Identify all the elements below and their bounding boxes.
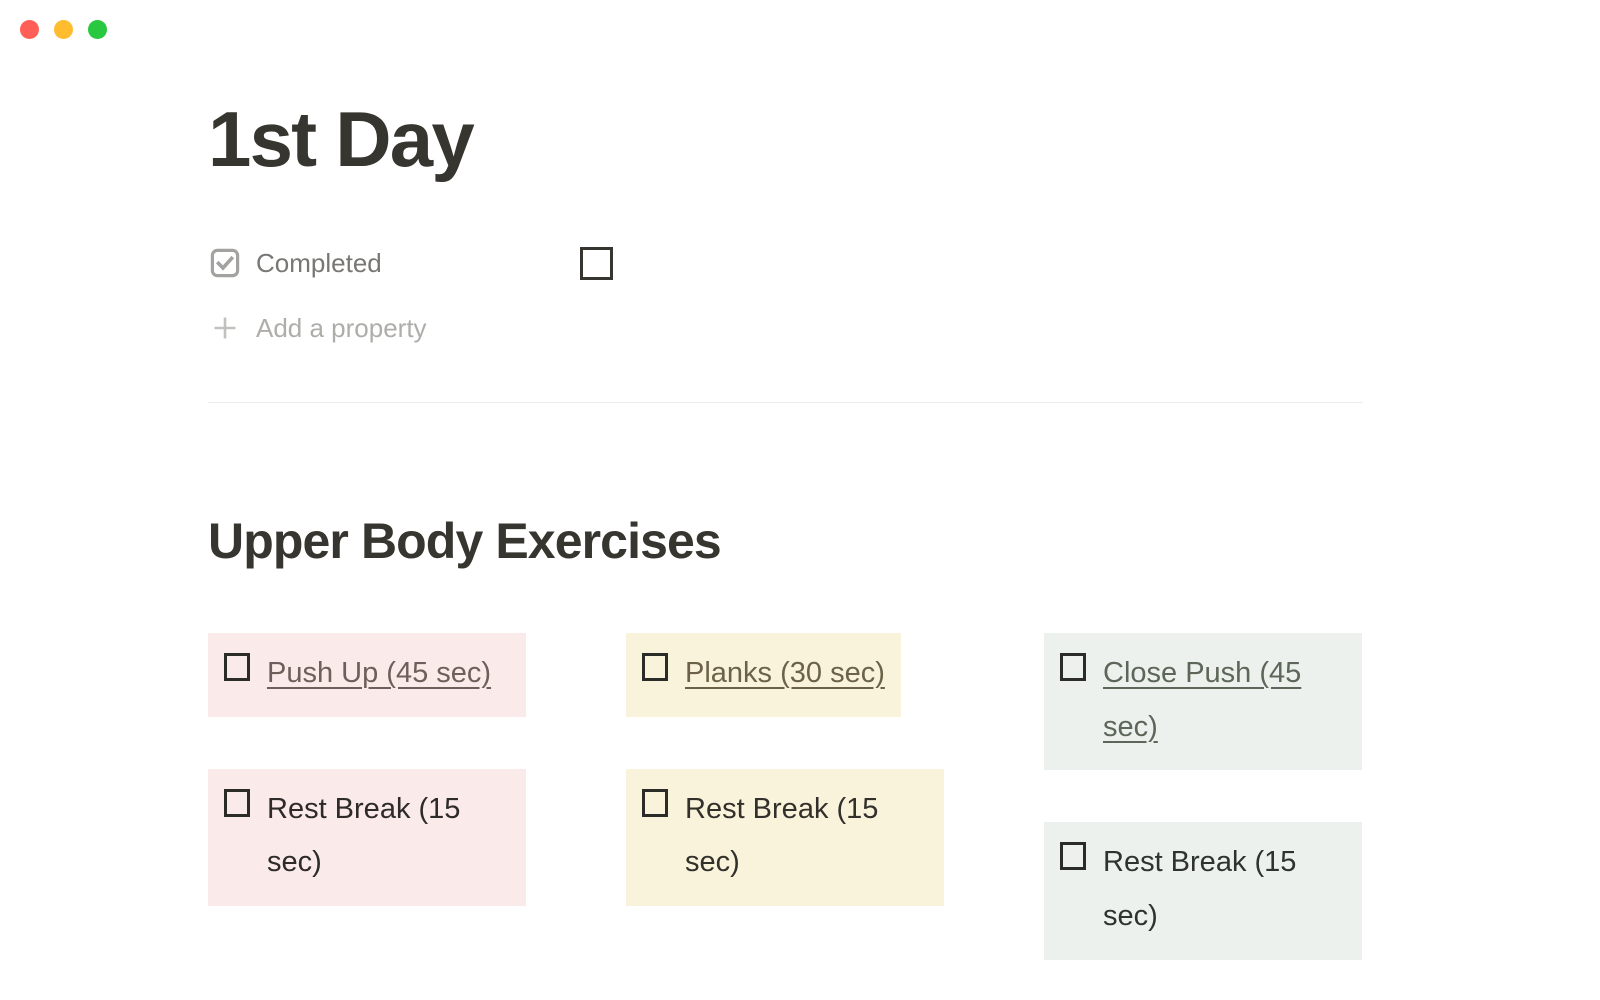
- property-value-completed[interactable]: [580, 246, 613, 280]
- todo-checkbox[interactable]: [642, 788, 668, 817]
- page-title[interactable]: 1st Day: [208, 100, 475, 178]
- property-name-completed: Completed: [256, 247, 382, 278]
- todo-text-label: Rest Break (15 sec): [685, 792, 879, 879]
- todo-checkbox[interactable]: [642, 653, 668, 681]
- todo-checkbox[interactable]: [224, 788, 250, 817]
- todo-card[interactable]: Rest Break (15 sec): [1044, 822, 1362, 960]
- todo-link-label[interactable]: Push Up (45 sec): [267, 647, 491, 701]
- page-content: 1st Day Completed Add a property Upper B…: [0, 0, 1600, 1000]
- checkbox-checked-icon: [208, 246, 242, 280]
- plus-icon: [208, 311, 242, 345]
- add-property-button[interactable]: Add a property: [208, 300, 1363, 356]
- todo-card[interactable]: Close Push (45 sec): [1044, 633, 1362, 771]
- todo-card[interactable]: Rest Break (15 sec): [626, 768, 944, 906]
- exercise-columns: Push Up (45 sec) Rest Break (15 sec) Plank…: [208, 633, 1363, 960]
- todo-checkbox[interactable]: [224, 653, 250, 681]
- todo-card[interactable]: Rest Break (15 sec): [208, 768, 526, 906]
- completed-checkbox[interactable]: [580, 246, 613, 280]
- todo-card[interactable]: Planks (30 sec): [626, 633, 901, 717]
- todo-checkbox[interactable]: [1060, 842, 1086, 871]
- column-pink: Push Up (45 sec) Rest Break (15 sec): [208, 633, 526, 960]
- todo-card[interactable]: Push Up (45 sec): [208, 633, 526, 717]
- todo-text-label: Rest Break (15 sec): [1103, 846, 1297, 932]
- section-heading: Upper Body Exercises: [208, 513, 722, 569]
- property-row-completed[interactable]: Completed: [208, 240, 1363, 286]
- property-label-group[interactable]: Completed: [208, 246, 580, 280]
- todo-checkbox[interactable]: [1060, 653, 1086, 681]
- column-sage: Close Push (45 sec) Rest Break (15 sec): [1044, 633, 1362, 960]
- column-cream: Planks (30 sec) Rest Break (15 sec): [626, 633, 944, 960]
- todo-text-label: Rest Break (15 sec): [267, 792, 461, 879]
- todo-link-label[interactable]: Close Push (45 sec): [1103, 647, 1346, 754]
- content-divider: [208, 402, 1363, 403]
- todo-link-label[interactable]: Planks (30 sec): [685, 647, 885, 701]
- property-list: Completed Add a property: [208, 240, 1363, 356]
- add-property-label: Add a property: [256, 312, 427, 343]
